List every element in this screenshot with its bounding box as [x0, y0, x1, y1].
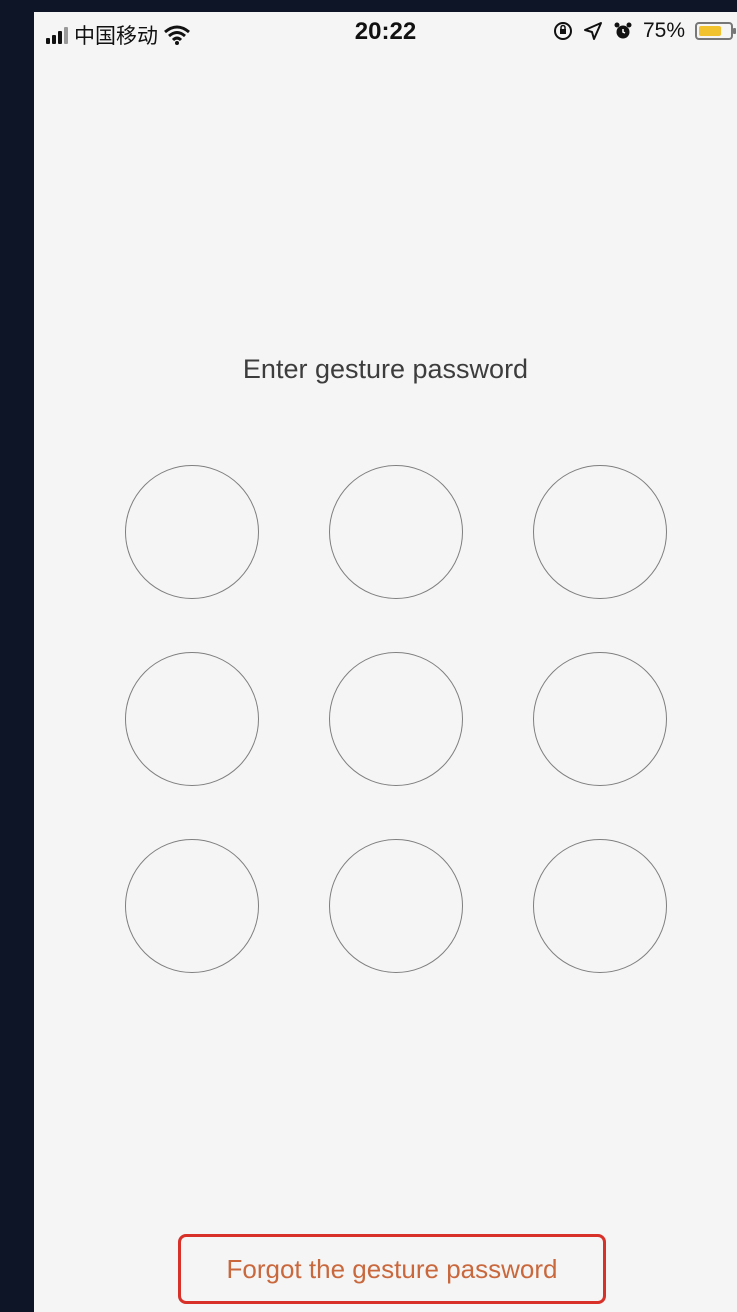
- pattern-point-3[interactable]: [533, 465, 667, 599]
- phone-screen: 中国移动 20:22 75% Enter gesture password Fo…: [34, 12, 737, 1312]
- pattern-point-8[interactable]: [329, 839, 463, 973]
- forgot-gesture-password-label: Forgot the gesture password: [226, 1253, 558, 1284]
- rotation-lock-icon: [553, 22, 572, 40]
- battery-percent: 75%: [642, 19, 685, 42]
- alarm-icon: [614, 22, 632, 39]
- pattern-point-7[interactable]: [125, 839, 259, 973]
- pattern-point-4[interactable]: [125, 652, 259, 786]
- status-bar: 中国移动 20:22 75%: [34, 12, 737, 52]
- pattern-point-5[interactable]: [329, 652, 463, 786]
- pattern-point-2[interactable]: [329, 465, 463, 599]
- status-right: 75%: [553, 19, 736, 43]
- pattern-point-9[interactable]: [533, 839, 667, 973]
- pattern-point-1[interactable]: [125, 465, 259, 599]
- pattern-point-6[interactable]: [533, 652, 667, 786]
- battery-level: [699, 26, 721, 36]
- gesture-prompt: Enter gesture password: [242, 354, 529, 384]
- battery-icon: [695, 22, 736, 40]
- gesture-pattern-grid[interactable]: [125, 465, 672, 978]
- location-icon: [583, 22, 602, 40]
- forgot-gesture-password-button[interactable]: Forgot the gesture password: [178, 1234, 606, 1304]
